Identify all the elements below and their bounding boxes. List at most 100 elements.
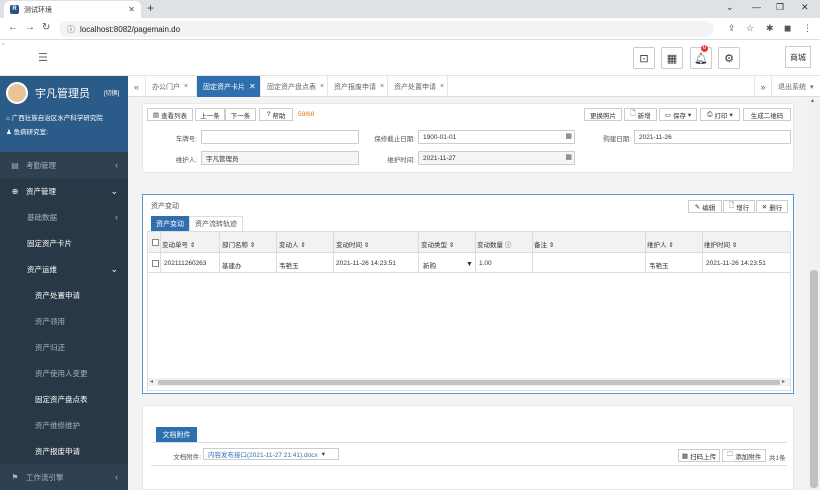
maximize-icon[interactable]: ❐	[776, 2, 784, 13]
menu-asset-ops[interactable]: 资产运维 ⌄	[0, 256, 128, 282]
new-tab-icon[interactable]: +	[147, 1, 154, 15]
bookmark-star-icon[interactable]: ☆	[746, 23, 754, 34]
tab-inventory-table[interactable]: 固定资产盘点表 ×	[261, 76, 328, 97]
menu-attendance[interactable]: ▤ 考勤管理 ‹	[0, 152, 128, 178]
next-button[interactable]: 下一条	[225, 108, 256, 121]
col-header[interactable]: 变动数量 ⓘ	[477, 239, 511, 249]
scroll-right-icon[interactable]: ▸	[782, 378, 785, 385]
reload-icon[interactable]: ↻	[42, 22, 50, 33]
calendar-icon[interactable]: ▦	[565, 132, 572, 140]
row-checkbox[interactable]	[152, 260, 159, 267]
scrollbar-thumb[interactable]	[158, 380, 780, 385]
close-window-icon[interactable]: ✕	[801, 2, 809, 13]
logout-button[interactable]: 退出系统 ▾	[772, 76, 820, 97]
save-button[interactable]: ▭ 保存 ▾	[659, 108, 697, 121]
caret-down-icon[interactable]: ▼	[466, 261, 473, 268]
print-button[interactable]: ⎙ 打印 ▾	[700, 108, 740, 121]
col-header[interactable]: 维护人 ⇕	[647, 239, 674, 249]
close-icon[interactable]: ×	[440, 83, 444, 90]
maint-time-label: 维护时间:	[387, 157, 415, 164]
add-attachment-button[interactable]: 🗀︎ 添加附件	[722, 449, 766, 462]
tab-scrap-apply[interactable]: 资产报废申请 ×	[328, 76, 388, 97]
menu-scrap-apply[interactable]: 资产报废申请	[0, 438, 128, 464]
qrcode-icon[interactable]: ▦	[661, 47, 683, 69]
tab-disposal-apply[interactable]: 资产处置申请 ×	[388, 76, 448, 97]
tabs-scroll-left-icon[interactable]: «	[128, 76, 146, 97]
col-header[interactable]: 变动人 ⇕	[279, 239, 306, 249]
delete-row-button[interactable]: ✕ 删行	[756, 200, 788, 213]
tab-doc-attachment[interactable]: 文档附件	[156, 427, 197, 442]
tab-fixed-asset-card[interactable]: 固定资产卡片 ✕	[197, 76, 261, 97]
close-icon[interactable]: ×	[184, 83, 188, 90]
horizontal-scrollbar[interactable]: ◂ ▸	[148, 378, 790, 386]
add-button[interactable]: 🗋︎ 新增	[624, 108, 657, 121]
col-header[interactable]: 备注 ⇕	[534, 239, 554, 249]
forward-icon[interactable]: →	[25, 22, 35, 33]
tabs-scroll-right-icon[interactable]: »	[754, 76, 772, 97]
scan-icon[interactable]: ⊡	[633, 47, 655, 69]
menu-workflow[interactable]: ⚑ 工作流引擎 ‹	[0, 464, 128, 490]
close-tab-icon[interactable]: ✕	[128, 5, 135, 14]
menu-inventory-table[interactable]: 固定资产盘点表	[0, 386, 128, 412]
menu-basic-data[interactable]: 基础数据 ‹	[0, 204, 128, 230]
extensions-icon[interactable]: ✱	[766, 23, 774, 34]
menu-asset-management[interactable]: ⊕ 资产管理 ⌄	[0, 178, 128, 204]
menu-user-change[interactable]: 资产使用人变更	[0, 360, 128, 386]
switch-user-link[interactable]: [切换]	[104, 88, 119, 97]
chevron-left-icon: ‹	[115, 472, 118, 482]
browser-tab[interactable]: R 测试环境 ✕	[4, 1, 141, 18]
close-icon[interactable]: ✕	[249, 82, 256, 91]
col-header[interactable]: 部门名称 ⇕	[222, 239, 255, 249]
menu-maintenance[interactable]: 资产维修维护	[0, 412, 128, 438]
plate-input[interactable]	[201, 130, 359, 144]
page-scrollbar-thumb[interactable]	[810, 270, 818, 488]
scroll-up-icon[interactable]: ▴	[811, 97, 814, 104]
user-name: 宇凡管理员	[35, 88, 90, 100]
url-field[interactable]: ⓘ localhost:8082/pagemain.do	[59, 21, 714, 37]
attachment-file-select[interactable]: 内容发布接口(2021-11-27 21:41).docx ▾	[203, 448, 339, 460]
menu-fixed-asset-card[interactable]: 固定资产卡片	[0, 230, 128, 256]
minimize-icon[interactable]: —	[752, 2, 761, 12]
calendar-icon[interactable]: ▦	[565, 153, 572, 161]
scroll-left-icon[interactable]: ◂	[150, 378, 153, 385]
change-photo-button[interactable]: 更换照片	[584, 108, 622, 121]
select-all-checkbox[interactable]	[152, 239, 159, 246]
view-list-button[interactable]: ▤ 查看列表	[147, 108, 193, 121]
menu-toggle-icon[interactable]: ☰	[38, 51, 48, 64]
scan-upload-button[interactable]: ▦ 扫码上传	[678, 449, 720, 462]
change-grid: 变动单号 ⇕ 部门名称 ⇕ 变动人 ⇕ 变动时间 ⇕ 变动类型 ⇕ 变动数量 ⓘ…	[147, 231, 791, 391]
menu-disposal-apply[interactable]: 资产处置申请	[0, 282, 128, 308]
tab-asset-flow[interactable]: 资产流转轨迹	[189, 216, 243, 231]
settings-gear-icon[interactable]: ⚙	[718, 47, 740, 69]
shop-button[interactable]: 商城	[785, 46, 811, 68]
close-icon[interactable]: ×	[380, 83, 384, 90]
col-header[interactable]: 变动单号 ⇕	[162, 239, 195, 249]
chevron-left-icon: ‹	[115, 160, 118, 170]
edit-button[interactable]: ✎ 编辑	[688, 200, 722, 213]
tab-portal[interactable]: 办公门户 ×	[146, 76, 197, 97]
add-row-button[interactable]: 🗋︎ 增行	[723, 200, 755, 213]
info-icon[interactable]: ⓘ	[67, 24, 75, 35]
menu-asset-receive[interactable]: 资产领用	[0, 308, 128, 334]
prev-button[interactable]: 上一条	[195, 108, 225, 121]
attach-icon: 🗀︎	[726, 451, 734, 458]
profile-icon[interactable]: ◼	[784, 23, 791, 34]
close-icon[interactable]: ×	[320, 83, 324, 90]
tab-search-icon[interactable]: ⌄	[726, 2, 734, 13]
notification-bell-icon[interactable]: 🔔︎ 0	[690, 45, 712, 69]
menu-asset-return[interactable]: 资产归还	[0, 334, 128, 360]
build-date-input[interactable]: 2021-11-26	[634, 130, 791, 144]
col-header[interactable]: 变动时间 ⇕	[336, 239, 369, 249]
warranty-date-input[interactable]: 1900-01-01 ▦	[418, 130, 575, 144]
share-icon[interactable]: ⇪	[728, 23, 736, 34]
col-header[interactable]: 维护时间 ⇕	[704, 239, 737, 249]
help-button[interactable]: ? 帮助	[259, 108, 293, 121]
tab-asset-change[interactable]: 资产变动	[151, 216, 189, 231]
cell-change-type[interactable]: 新购	[423, 260, 436, 270]
pager-text: 59/68	[298, 111, 315, 118]
back-icon[interactable]: ←	[8, 22, 18, 33]
browser-menu-icon[interactable]: ⋮	[803, 23, 812, 34]
gen-qr-button[interactable]: 生成二维码	[743, 108, 791, 121]
attach-count: 共1条	[769, 455, 786, 462]
col-header[interactable]: 变动类型 ⇕	[421, 239, 454, 249]
